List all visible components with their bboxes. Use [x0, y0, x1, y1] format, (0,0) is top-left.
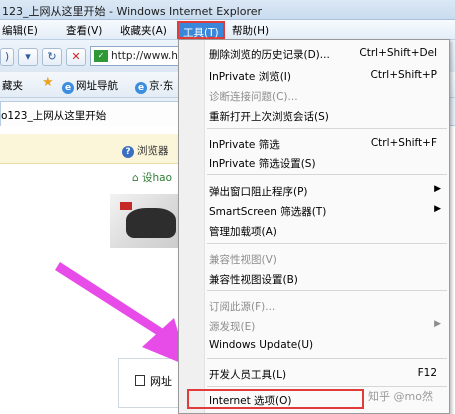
submenu-arrow-icon: ▶ [434, 319, 441, 329]
url-text: http://www.h [111, 50, 178, 62]
menu-item-internet-options[interactable]: Internet 选项(O) [187, 389, 364, 409]
menu-separator [207, 174, 447, 175]
watermark: 知乎 @mo然 [368, 390, 433, 403]
fav-link-nav[interactable]: e 网址导航 [62, 78, 118, 94]
menu-item-inprivate-browsing[interactable]: InPrivate 浏览(I) Ctrl+Shift+P [179, 65, 449, 85]
menu-item-developer-tools[interactable]: 开发人员工具(L) F12 [179, 363, 449, 383]
menu-item-windows-update[interactable]: Windows Update(U) [179, 335, 449, 355]
tab-current[interactable]: o123_上网从这里开始 [0, 101, 190, 126]
window-title: 123_上网从这里开始 - Windows Internet Explorer [2, 5, 263, 18]
menu-item-popup-blocker[interactable]: 弹出窗口阻止程序(P) ▶ [179, 180, 449, 200]
menu-item-delete-history[interactable]: 删除浏览的历史记录(D)... Ctrl+Shift+Del [179, 43, 449, 63]
menu-separator [207, 290, 447, 291]
crowd-silhouette [126, 208, 176, 238]
submenu-arrow-icon: ▶ [434, 204, 441, 214]
menu-separator [207, 128, 447, 129]
menu-separator [207, 386, 447, 387]
info-icon: ? [122, 146, 134, 158]
menu-item-diagnose: 诊断连接问题(C)... [209, 91, 298, 103]
set-homepage-link[interactable]: ⌂ 设hao [132, 170, 172, 185]
refresh-icon[interactable]: ↻ [42, 48, 62, 66]
favorites-label[interactable]: 藏夹 [2, 78, 23, 93]
menu-help[interactable]: 帮助(H) [232, 23, 269, 38]
notice-bar: ? 浏览器 [0, 134, 200, 164]
ie-page-icon: e [62, 82, 74, 94]
menu-item-compat-view: 兼容性视图(V) [209, 254, 277, 266]
submenu-arrow-icon: ▶ [434, 184, 441, 194]
menu-item-manage-addons[interactable]: 管理加载项(A) [179, 220, 449, 240]
menu-view[interactable]: 查看(V) [66, 23, 102, 38]
bottom-panel-label[interactable]: 网址 [135, 373, 172, 389]
menu-item-subscribe-feed: 订阅此源(F)... [209, 301, 276, 313]
notice-text[interactable]: ? 浏览器 [122, 143, 169, 158]
menu-edit[interactable]: 编辑(E) [2, 23, 38, 38]
add-favorite-star-icon[interactable]: ★ [42, 75, 54, 90]
url-input[interactable]: ✓ http://www.h [90, 46, 185, 66]
menu-item-inprivate-filter[interactable]: InPrivate 筛选 Ctrl+Shift+F [179, 133, 449, 153]
tab-label: o123_上网从这里开始 [1, 110, 107, 122]
menu-item-reopen-session[interactable]: 重新打开上次浏览会话(S) [179, 105, 449, 125]
refresh-dropdown-button[interactable]: ▾ [18, 48, 38, 66]
tools-menu: 删除浏览的历史记录(D)... Ctrl+Shift+Del InPrivate … [178, 39, 450, 414]
site-favicon-icon: ✓ [94, 50, 108, 62]
ie-page-icon: e [135, 82, 147, 94]
menu-separator [207, 243, 447, 244]
menu-favorites[interactable]: 收藏夹(A) [120, 23, 167, 38]
menu-item-inprivate-filter-settings[interactable]: InPrivate 筛选设置(S) [179, 152, 449, 172]
back-button[interactable]: ) [0, 48, 14, 66]
stop-icon[interactable]: ✕ [66, 48, 86, 66]
title-bar: 123_上网从这里开始 - Windows Internet Explorer [0, 0, 455, 20]
menu-item-smartscreen[interactable]: SmartScreen 筛选器(T) ▶ [179, 200, 449, 220]
fav-link-jd[interactable]: e 京·东 [135, 78, 173, 94]
flag-shape [120, 202, 132, 210]
menu-item-compat-view-settings[interactable]: 兼容性视图设置(B) [179, 268, 449, 288]
document-icon [135, 375, 145, 386]
menu-tools[interactable]: 工具(T) [177, 21, 225, 39]
menu-bar: 编辑(E) 查看(V) 收藏夹(A) 工具(T) 帮助(H) [0, 20, 455, 40]
menu-separator [207, 358, 447, 359]
menu-item-feed-discovery: 源发现(E) ▶ [209, 319, 441, 333]
